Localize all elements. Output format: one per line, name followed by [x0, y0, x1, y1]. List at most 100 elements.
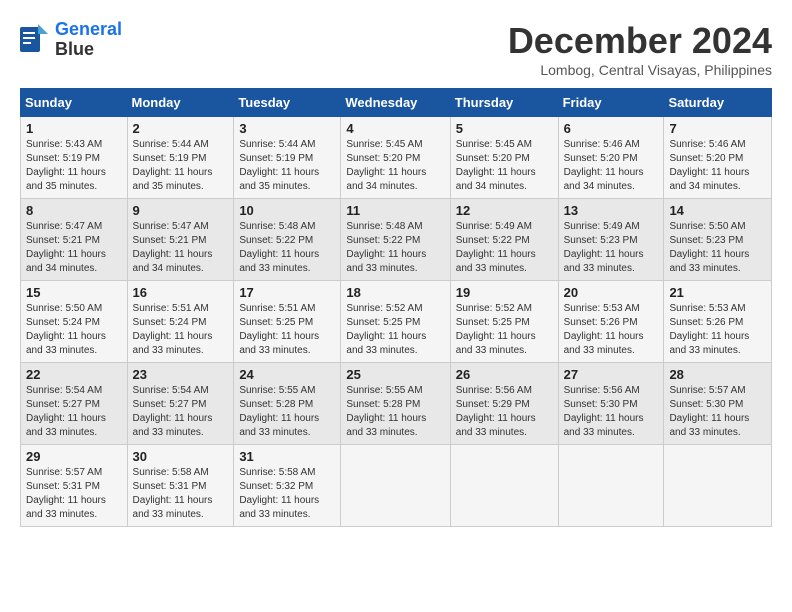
table-cell: 25 Sunrise: 5:55 AM Sunset: 5:28 PM Dayl… [341, 363, 450, 445]
table-cell: 31 Sunrise: 5:58 AM Sunset: 5:32 PM Dayl… [234, 445, 341, 527]
table-cell: 12 Sunrise: 5:49 AM Sunset: 5:22 PM Dayl… [450, 199, 558, 281]
day-info: Sunrise: 5:47 AM Sunset: 5:21 PM Dayligh… [133, 220, 229, 276]
day-info: Sunrise: 5:49 AM Sunset: 5:22 PM Dayligh… [456, 220, 553, 276]
table-cell: 5 Sunrise: 5:45 AM Sunset: 5:20 PM Dayli… [450, 117, 558, 199]
location: Lombog, Central Visayas, Philippines [508, 62, 772, 78]
logo: General Blue [20, 20, 122, 60]
table-cell: 10 Sunrise: 5:48 AM Sunset: 5:22 PM Dayl… [234, 199, 341, 281]
day-number: 21 [669, 285, 766, 300]
col-sunday: Sunday [21, 89, 128, 117]
table-cell: 27 Sunrise: 5:56 AM Sunset: 5:30 PM Dayl… [558, 363, 664, 445]
table-row: 1 Sunrise: 5:43 AM Sunset: 5:19 PM Dayli… [21, 117, 772, 199]
day-info: Sunrise: 5:49 AM Sunset: 5:23 PM Dayligh… [564, 220, 659, 276]
day-number: 18 [346, 285, 444, 300]
day-info: Sunrise: 5:51 AM Sunset: 5:24 PM Dayligh… [133, 302, 229, 358]
table-cell [450, 445, 558, 527]
table-cell: 28 Sunrise: 5:57 AM Sunset: 5:30 PM Dayl… [664, 363, 772, 445]
day-number: 9 [133, 203, 229, 218]
day-number: 25 [346, 367, 444, 382]
day-number: 17 [239, 285, 335, 300]
day-info: Sunrise: 5:57 AM Sunset: 5:30 PM Dayligh… [669, 384, 766, 440]
day-info: Sunrise: 5:45 AM Sunset: 5:20 PM Dayligh… [346, 138, 444, 194]
day-number: 2 [133, 121, 229, 136]
day-number: 29 [26, 449, 122, 464]
table-cell: 16 Sunrise: 5:51 AM Sunset: 5:24 PM Dayl… [127, 281, 234, 363]
day-info: Sunrise: 5:47 AM Sunset: 5:21 PM Dayligh… [26, 220, 122, 276]
col-tuesday: Tuesday [234, 89, 341, 117]
col-saturday: Saturday [664, 89, 772, 117]
day-info: Sunrise: 5:58 AM Sunset: 5:31 PM Dayligh… [133, 466, 229, 522]
table-cell: 2 Sunrise: 5:44 AM Sunset: 5:19 PM Dayli… [127, 117, 234, 199]
day-info: Sunrise: 5:52 AM Sunset: 5:25 PM Dayligh… [346, 302, 444, 358]
day-number: 30 [133, 449, 229, 464]
table-cell: 7 Sunrise: 5:46 AM Sunset: 5:20 PM Dayli… [664, 117, 772, 199]
day-info: Sunrise: 5:54 AM Sunset: 5:27 PM Dayligh… [26, 384, 122, 440]
day-number: 12 [456, 203, 553, 218]
col-wednesday: Wednesday [341, 89, 450, 117]
table-cell: 6 Sunrise: 5:46 AM Sunset: 5:20 PM Dayli… [558, 117, 664, 199]
table-cell: 21 Sunrise: 5:53 AM Sunset: 5:26 PM Dayl… [664, 281, 772, 363]
day-number: 1 [26, 121, 122, 136]
table-cell: 9 Sunrise: 5:47 AM Sunset: 5:21 PM Dayli… [127, 199, 234, 281]
day-number: 20 [564, 285, 659, 300]
table-cell: 14 Sunrise: 5:50 AM Sunset: 5:23 PM Dayl… [664, 199, 772, 281]
day-number: 3 [239, 121, 335, 136]
table-cell: 19 Sunrise: 5:52 AM Sunset: 5:25 PM Dayl… [450, 281, 558, 363]
day-number: 14 [669, 203, 766, 218]
table-cell: 3 Sunrise: 5:44 AM Sunset: 5:19 PM Dayli… [234, 117, 341, 199]
day-info: Sunrise: 5:48 AM Sunset: 5:22 PM Dayligh… [346, 220, 444, 276]
day-info: Sunrise: 5:56 AM Sunset: 5:29 PM Dayligh… [456, 384, 553, 440]
table-row: 15 Sunrise: 5:50 AM Sunset: 5:24 PM Dayl… [21, 281, 772, 363]
day-info: Sunrise: 5:56 AM Sunset: 5:30 PM Dayligh… [564, 384, 659, 440]
logo-icon [20, 22, 50, 57]
col-friday: Friday [558, 89, 664, 117]
day-number: 4 [346, 121, 444, 136]
table-cell: 22 Sunrise: 5:54 AM Sunset: 5:27 PM Dayl… [21, 363, 128, 445]
title-block: December 2024 Lombog, Central Visayas, P… [508, 20, 772, 78]
day-number: 8 [26, 203, 122, 218]
day-number: 16 [133, 285, 229, 300]
day-info: Sunrise: 5:54 AM Sunset: 5:27 PM Dayligh… [133, 384, 229, 440]
day-info: Sunrise: 5:46 AM Sunset: 5:20 PM Dayligh… [669, 138, 766, 194]
day-number: 24 [239, 367, 335, 382]
day-number: 13 [564, 203, 659, 218]
table-cell: 24 Sunrise: 5:55 AM Sunset: 5:28 PM Dayl… [234, 363, 341, 445]
header-row: Sunday Monday Tuesday Wednesday Thursday… [21, 89, 772, 117]
day-number: 31 [239, 449, 335, 464]
day-number: 7 [669, 121, 766, 136]
day-info: Sunrise: 5:55 AM Sunset: 5:28 PM Dayligh… [346, 384, 444, 440]
table-row: 29 Sunrise: 5:57 AM Sunset: 5:31 PM Dayl… [21, 445, 772, 527]
col-thursday: Thursday [450, 89, 558, 117]
day-number: 26 [456, 367, 553, 382]
table-cell: 11 Sunrise: 5:48 AM Sunset: 5:22 PM Dayl… [341, 199, 450, 281]
table-cell [664, 445, 772, 527]
page-header: General Blue December 2024 Lombog, Centr… [20, 20, 772, 78]
col-monday: Monday [127, 89, 234, 117]
day-number: 28 [669, 367, 766, 382]
day-number: 23 [133, 367, 229, 382]
table-cell: 1 Sunrise: 5:43 AM Sunset: 5:19 PM Dayli… [21, 117, 128, 199]
calendar-header: Sunday Monday Tuesday Wednesday Thursday… [21, 89, 772, 117]
calendar-table: Sunday Monday Tuesday Wednesday Thursday… [20, 88, 772, 527]
table-cell: 23 Sunrise: 5:54 AM Sunset: 5:27 PM Dayl… [127, 363, 234, 445]
table-cell: 26 Sunrise: 5:56 AM Sunset: 5:29 PM Dayl… [450, 363, 558, 445]
day-info: Sunrise: 5:57 AM Sunset: 5:31 PM Dayligh… [26, 466, 122, 522]
day-info: Sunrise: 5:55 AM Sunset: 5:28 PM Dayligh… [239, 384, 335, 440]
table-cell [558, 445, 664, 527]
day-info: Sunrise: 5:53 AM Sunset: 5:26 PM Dayligh… [564, 302, 659, 358]
logo-text: General Blue [55, 20, 122, 60]
day-info: Sunrise: 5:51 AM Sunset: 5:25 PM Dayligh… [239, 302, 335, 358]
day-info: Sunrise: 5:50 AM Sunset: 5:24 PM Dayligh… [26, 302, 122, 358]
calendar-body: 1 Sunrise: 5:43 AM Sunset: 5:19 PM Dayli… [21, 117, 772, 527]
table-cell: 30 Sunrise: 5:58 AM Sunset: 5:31 PM Dayl… [127, 445, 234, 527]
table-cell: 8 Sunrise: 5:47 AM Sunset: 5:21 PM Dayli… [21, 199, 128, 281]
table-cell: 20 Sunrise: 5:53 AM Sunset: 5:26 PM Dayl… [558, 281, 664, 363]
day-number: 27 [564, 367, 659, 382]
table-row: 8 Sunrise: 5:47 AM Sunset: 5:21 PM Dayli… [21, 199, 772, 281]
day-info: Sunrise: 5:46 AM Sunset: 5:20 PM Dayligh… [564, 138, 659, 194]
day-info: Sunrise: 5:53 AM Sunset: 5:26 PM Dayligh… [669, 302, 766, 358]
table-cell: 13 Sunrise: 5:49 AM Sunset: 5:23 PM Dayl… [558, 199, 664, 281]
day-info: Sunrise: 5:45 AM Sunset: 5:20 PM Dayligh… [456, 138, 553, 194]
day-info: Sunrise: 5:44 AM Sunset: 5:19 PM Dayligh… [133, 138, 229, 194]
day-number: 15 [26, 285, 122, 300]
